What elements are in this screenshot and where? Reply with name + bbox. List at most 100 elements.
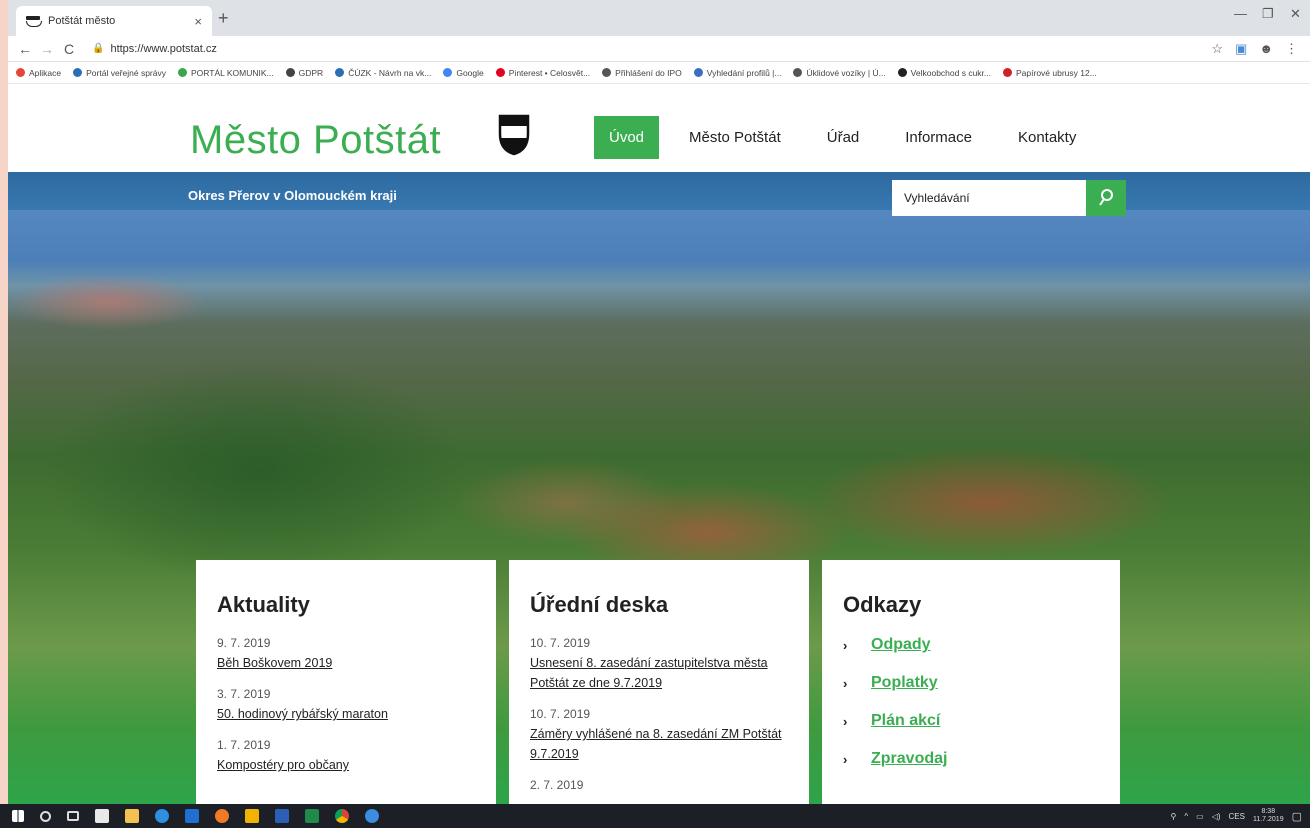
list-item: 1. 7. 2019 Kompostéry pro občany <box>217 738 476 775</box>
nav-item-0[interactable]: Úvod <box>594 116 660 159</box>
people-icon[interactable]: ⚲ <box>1171 812 1177 821</box>
site-header: Město Potštát Úvod Město Potštát Úřad Infor… <box>8 84 1310 172</box>
windows-start-icon[interactable] <box>12 810 24 822</box>
bookmark-item[interactable]: Google <box>443 68 484 78</box>
bookmark-item[interactable]: Portál veřejné správy <box>73 68 166 78</box>
list-item: 9. 7. 2019 Běh Boškovem 2019 <box>217 636 476 673</box>
reload-icon[interactable]: C <box>58 41 80 57</box>
search-input[interactable] <box>892 180 1086 216</box>
bookmark-label: Pinterest • Celosvět... <box>508 67 591 78</box>
odkaz-link[interactable]: Poplatky <box>871 674 938 692</box>
bookmark-favicon-icon <box>16 68 25 77</box>
odkaz-link[interactable]: Zpravodaj <box>871 750 947 768</box>
item-date: 10. 7. 2019 <box>530 636 591 650</box>
forward-icon[interactable]: → <box>36 41 58 57</box>
odkaz-item[interactable]: › Plán akcí <box>843 712 1100 730</box>
item-link[interactable]: Kompostéry pro občany <box>217 755 476 775</box>
nav-item-1[interactable]: Město Potštát <box>689 129 781 146</box>
bookmark-item[interactable]: GDPR <box>285 68 323 78</box>
search-icon <box>1099 189 1113 206</box>
extension-icon[interactable]: ▣ <box>1235 41 1247 57</box>
chat-icon[interactable] <box>365 809 379 823</box>
search-icon[interactable] <box>40 810 51 822</box>
address-bar: ← → C 🔒 https://www.potstat.cz ☆ ▣ ☻ ⋮ <box>8 36 1310 62</box>
notification-icon[interactable]: ▢ <box>1292 810 1302 823</box>
main-nav: Úvod Město Potštát Úřad Informace Kontakty <box>594 116 1122 159</box>
maximize-icon[interactable]: ❐ <box>1262 6 1274 22</box>
lock-icon: 🔒 <box>92 43 105 54</box>
store-icon[interactable] <box>245 809 259 823</box>
bookmark-item[interactable]: Přihlášení do IPO <box>602 68 682 78</box>
bookmark-item[interactable]: Úklidové vozíky | Ú... <box>793 67 886 78</box>
card-title-uredni-deska: Úřední deska <box>530 592 669 617</box>
bookmarks-bar: Aplikace Portál veřejné správy PORTÁL KOMU… <box>8 62 1310 84</box>
star-icon[interactable]: ☆ <box>1211 41 1223 57</box>
tray-chevron-icon[interactable]: ^ <box>1184 812 1188 821</box>
item-date: 2. 7. 2019 <box>530 778 584 792</box>
item-link[interactable]: Běh Boškovem 2019 <box>217 653 476 673</box>
tab-close-icon[interactable]: × <box>194 14 202 29</box>
odkaz-item[interactable]: › Poplatky <box>843 674 1100 692</box>
clock[interactable]: 8:38 11.7.2019 <box>1253 808 1284 825</box>
new-tab-button[interactable]: + <box>218 8 229 29</box>
network-icon[interactable]: ▭ <box>1196 812 1204 821</box>
excel-icon[interactable] <box>305 809 319 823</box>
bookmark-item[interactable]: Vyhledání profilů |... <box>693 67 782 78</box>
bookmark-item[interactable]: Pinterest • Celosvět... <box>495 67 591 78</box>
list-item: 10. 7. 2019 Usnesení 8. zasedání zastupit… <box>530 636 789 693</box>
bookmark-favicon-icon <box>897 68 907 77</box>
back-icon[interactable]: ← <box>14 41 36 57</box>
chevron-right-icon: › <box>843 751 848 767</box>
close-window-icon[interactable]: ✕ <box>1290 6 1301 22</box>
clock-time: 8:38 <box>1261 808 1276 815</box>
browser-tab[interactable]: Potštát město × <box>16 6 212 36</box>
mail-icon[interactable] <box>95 809 109 823</box>
bookmark-favicon-icon <box>73 68 83 77</box>
nav-item-4[interactable]: Kontakty <box>1018 129 1076 146</box>
odkaz-link[interactable]: Odpady <box>871 636 931 654</box>
bookmark-item[interactable]: Aplikace <box>16 68 61 78</box>
odkaz-item[interactable]: › Odpady <box>843 636 1100 654</box>
chrome-icon[interactable] <box>335 809 349 823</box>
chevron-right-icon: › <box>843 637 848 653</box>
bookmark-item[interactable]: PORTÁL KOMUNIK... <box>177 68 274 78</box>
list-item: 3. 7. 2019 50. hodinový rybářský maraton <box>217 687 476 724</box>
site-subtitle: Okres Přerov v Olomouckém kraji <box>188 188 397 203</box>
list-item: 10. 7. 2019 Záměry vyhlášené na 8. zasedá… <box>530 707 789 764</box>
item-link[interactable]: Usnesení 8. zasedání zastupitelstva měst… <box>530 653 789 693</box>
outlook-icon[interactable] <box>185 809 199 823</box>
profile-icon[interactable]: ☻ <box>1259 41 1273 57</box>
firefox-icon[interactable] <box>215 809 229 823</box>
bookmark-label: Aplikace <box>29 67 62 78</box>
bookmark-item[interactable]: Papírové ubrusy 12... <box>1003 68 1097 78</box>
word-icon[interactable] <box>275 809 289 823</box>
folder-icon[interactable] <box>125 809 139 823</box>
site-logo[interactable]: Město Potštát <box>190 118 441 163</box>
item-date: 9. 7. 2019 <box>217 636 271 650</box>
url-field[interactable]: 🔒 https://www.potstat.cz <box>86 38 1211 60</box>
item-date: 1. 7. 2019 <box>217 738 271 752</box>
volume-icon[interactable]: ◁) <box>1212 812 1221 821</box>
task-view-icon[interactable] <box>67 811 79 821</box>
item-link[interactable]: 50. hodinový rybářský maraton <box>217 704 476 724</box>
menu-icon[interactable]: ⋮ <box>1285 41 1298 57</box>
nav-item-2[interactable]: Úřad <box>827 129 860 146</box>
bookmark-label: Úklidové vozíky | Ú... <box>806 67 886 78</box>
search-button[interactable] <box>1086 180 1126 216</box>
bookmark-favicon-icon <box>443 68 453 77</box>
item-link[interactable]: Záměry vyhlášené na 8. zasedání ZM Potšt… <box>530 724 789 764</box>
item-date: 10. 7. 2019 <box>530 707 591 721</box>
language-indicator[interactable]: CES <box>1229 812 1245 821</box>
odkaz-item[interactable]: › Zpravodaj <box>843 750 1100 768</box>
minimize-icon[interactable]: — <box>1234 6 1247 21</box>
edge-icon[interactable] <box>155 809 169 823</box>
bookmark-item[interactable]: ČÚZK - Návrh na vk... <box>335 68 431 78</box>
odkaz-link[interactable]: Plán akcí <box>871 712 940 730</box>
chevron-right-icon: › <box>843 713 848 729</box>
bookmark-label: Přihlášení do IPO <box>615 67 682 78</box>
nav-item-3[interactable]: Informace <box>905 129 972 146</box>
bookmark-label: Vyhledání profilů |... <box>706 67 782 78</box>
card-title-aktuality: Aktuality <box>217 592 310 617</box>
bookmark-favicon-icon <box>285 68 295 77</box>
bookmark-item[interactable]: Velkoobchod s cukr... <box>897 68 991 78</box>
